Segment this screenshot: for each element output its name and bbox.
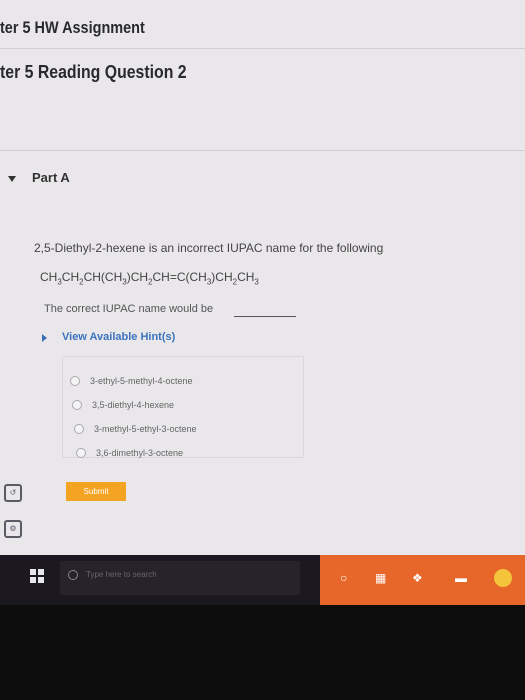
assignment-title: ter 5 HW Assignment: [0, 18, 145, 37]
option-1-label[interactable]: 3-ethyl-5-methyl-4-octene: [90, 376, 193, 386]
app-icon[interactable]: ▬: [455, 571, 467, 585]
windows-start-icon[interactable]: [30, 569, 44, 583]
option-3-label[interactable]: 3-methyl-5-ethyl-3-octene: [94, 424, 197, 434]
radio-option-1[interactable]: [70, 376, 80, 386]
condensed-formula: CH3CH2CH(CH3)CH2CH=C(CH3)CH2CH3: [40, 270, 259, 287]
dropbox-icon[interactable]: ❖: [412, 571, 423, 585]
taskbar-search-box[interactable]: Type here to search: [60, 561, 300, 595]
answer-prompt: The correct IUPAC name would be: [44, 303, 214, 315]
view-hints-link[interactable]: View Available Hint(s): [62, 331, 175, 343]
option-2-label[interactable]: 3,5-diethyl-4-hexene: [92, 400, 174, 410]
section-divider: [0, 150, 525, 151]
expand-arrow-icon[interactable]: [42, 334, 47, 342]
part-label: Part A: [32, 170, 70, 185]
browser-page: ter 5 HW Assignment ter 5 Reading Questi…: [0, 0, 525, 555]
submit-button[interactable]: Submit: [66, 482, 126, 501]
task-view-icon[interactable]: ▦: [375, 571, 386, 585]
windows-taskbar: Type here to search ○ ▦ ❖ ▬: [0, 555, 525, 605]
header-divider: [0, 48, 525, 49]
search-icon: [68, 570, 78, 580]
question-title: ter 5 Reading Question 2: [0, 62, 187, 82]
cortana-icon[interactable]: ○: [340, 571, 347, 585]
sidebar-tool-icon[interactable]: ↺: [4, 484, 22, 502]
chrome-icon[interactable]: [494, 569, 512, 587]
collapse-caret-icon[interactable]: [8, 176, 16, 182]
option-4-label[interactable]: 3,6-dimethyl-3-octene: [96, 448, 183, 458]
radio-option-3[interactable]: [74, 424, 84, 434]
answer-blank: [234, 316, 296, 317]
sidebar-settings-icon[interactable]: ⚙: [4, 520, 22, 538]
radio-option-2[interactable]: [72, 400, 82, 410]
question-text: 2,5-Diethyl-2-hexene is an incorrect IUP…: [34, 241, 384, 255]
search-placeholder: Type here to search: [86, 570, 157, 579]
radio-option-4[interactable]: [76, 448, 86, 458]
